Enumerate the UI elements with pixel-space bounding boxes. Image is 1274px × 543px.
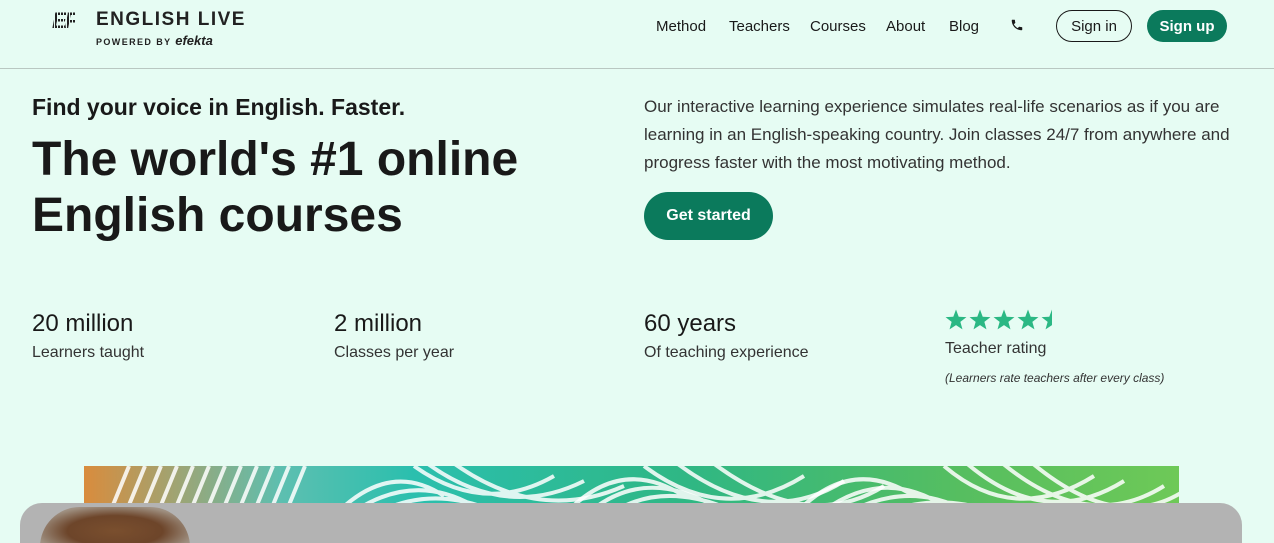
- nav-about[interactable]: About: [886, 18, 925, 35]
- stat-label: Of teaching experience: [644, 344, 809, 361]
- nav-method[interactable]: Method: [656, 18, 706, 35]
- video-thumbnail: [40, 507, 190, 543]
- hero-headline: The world's #1 online English courses: [32, 133, 519, 242]
- star-icon: [1041, 309, 1052, 330]
- star-icon: [969, 309, 991, 330]
- phone-icon[interactable]: [1010, 18, 1026, 34]
- sign-in-button[interactable]: Sign in: [1056, 10, 1132, 42]
- stat-learners: 20 million Learners taught: [32, 310, 144, 362]
- stat-years: 60 years Of teaching experience: [644, 310, 809, 362]
- star-icon: [993, 309, 1015, 330]
- nav-teachers[interactable]: Teachers: [729, 18, 790, 35]
- stat-value: 2 million: [334, 310, 423, 337]
- get-started-button[interactable]: Get started: [644, 192, 773, 240]
- video-player[interactable]: [20, 503, 1242, 543]
- hero-description: Our interactive learning experience simu…: [644, 97, 1230, 172]
- ef-english-live-logo[interactable]: EF ENGLISH LIVE POWERED BY efekta: [52, 8, 252, 50]
- star-icon: [945, 309, 967, 330]
- rating-stars: [945, 309, 1055, 331]
- stat-label: Learners taught: [32, 344, 145, 361]
- site-header: EF ENGLISH LIVE POWERED BY efekta Method…: [0, 0, 1274, 69]
- stat-value: 20 million: [32, 310, 134, 337]
- stat-classes: 2 million Classes per year: [334, 310, 454, 362]
- powered-by-text: POWERED BY: [96, 37, 172, 47]
- nav-courses[interactable]: Courses: [810, 18, 866, 35]
- nav-blog[interactable]: Blog: [949, 18, 979, 35]
- stat-label: Classes per year: [334, 344, 455, 361]
- star-icon: [1017, 309, 1039, 330]
- rating-note: (Learners rate teachers after every clas…: [945, 371, 1165, 385]
- ef-logo-mark: EF: [52, 8, 78, 33]
- hero-tagline: Find your voice in English. Faster.: [32, 94, 406, 120]
- rating-label: Teacher rating: [945, 340, 1047, 357]
- efekta-brand: efekta: [175, 33, 213, 48]
- sign-up-button[interactable]: Sign up: [1147, 10, 1227, 42]
- logo-powered-by: POWERED BY efekta: [96, 33, 213, 48]
- logo-title: ENGLISH LIVE: [96, 9, 246, 30]
- stat-value: 60 years: [644, 310, 737, 337]
